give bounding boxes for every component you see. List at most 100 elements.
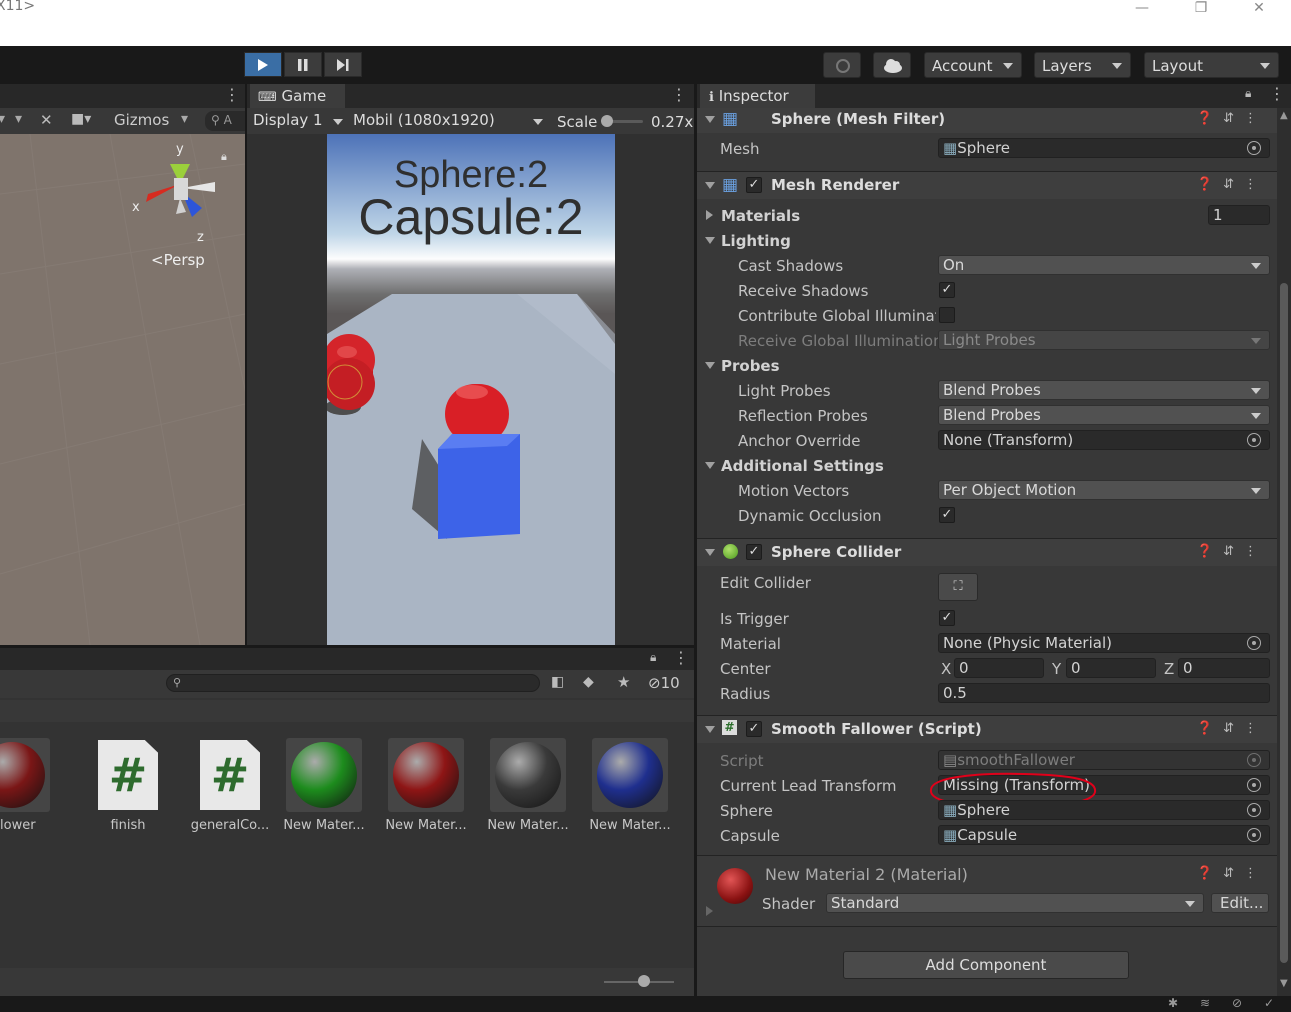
step-button[interactable] xyxy=(324,52,362,77)
asset-tile[interactable] xyxy=(490,738,566,812)
game-viewport[interactable]: Sphere:2 Capsule:2 xyxy=(327,134,615,645)
collapse-icon[interactable] xyxy=(705,182,715,189)
sphere-field[interactable]: ▦Sphere xyxy=(938,800,1270,820)
expand-icon[interactable] xyxy=(706,906,713,916)
light-probes-dropdown[interactable]: Blend Probes xyxy=(938,380,1270,400)
cast-shadows-dropdown[interactable]: On xyxy=(938,255,1270,275)
lighting-foldout[interactable]: Lighting xyxy=(721,232,791,250)
close-icon[interactable]: ✕ xyxy=(1244,0,1274,16)
hidden-packages-toggle[interactable]: ⊘10 xyxy=(648,674,680,692)
minimize-icon[interactable]: — xyxy=(1127,0,1157,16)
tab-inspector[interactable]: ℹ Inspector xyxy=(700,84,815,108)
scene-search-input[interactable]: ⚲ A xyxy=(205,111,245,131)
project-search-input[interactable]: ⚲ xyxy=(166,674,540,692)
collider-material-field[interactable]: None (Physic Material) xyxy=(938,633,1270,653)
restore-icon[interactable]: ❐ xyxy=(1186,0,1216,16)
collapse-icon[interactable] xyxy=(705,462,715,469)
is-trigger-checkbox[interactable]: ✓ xyxy=(939,610,955,626)
tools-icon[interactable]: ✕ xyxy=(40,111,53,129)
collapse-icon[interactable] xyxy=(705,549,715,556)
asset-tile[interactable] xyxy=(388,738,464,812)
smooth-fallower-enabled-checkbox[interactable]: ✓ xyxy=(746,721,762,737)
dynamic-occlusion-checkbox[interactable]: ✓ xyxy=(939,507,955,523)
more-options-icon[interactable]: ⋮ xyxy=(1269,84,1285,103)
filter-label-icon[interactable]: ◆ xyxy=(583,674,594,690)
smooth-fallower-header[interactable]: # ✓ Smooth Fallower (Script) ❓⇵⋮ xyxy=(697,715,1277,743)
scrollbar-thumb[interactable] xyxy=(1280,283,1288,963)
draw-mode-icon[interactable]: ▾ xyxy=(0,111,5,127)
layers-icon[interactable]: ≋ xyxy=(1200,996,1210,1010)
pause-button[interactable] xyxy=(284,52,322,77)
component-header-icons[interactable]: ❓⇵⋮ xyxy=(1197,177,1267,192)
materials-count-field[interactable]: 1 xyxy=(1208,205,1270,225)
sphere-collider-enabled-checkbox[interactable]: ✓ xyxy=(746,544,762,560)
collapse-icon[interactable] xyxy=(705,237,715,244)
collapse-icon[interactable] xyxy=(705,116,715,123)
favorite-icon[interactable]: ★ xyxy=(617,673,630,691)
orientation-gizmo[interactable] xyxy=(130,142,230,262)
lock-icon[interactable]: 🔒︎ xyxy=(650,650,656,665)
play-button[interactable] xyxy=(244,52,282,77)
more-options-icon[interactable]: ⋮ xyxy=(671,85,687,104)
collab-button[interactable] xyxy=(823,52,861,78)
more-options-icon[interactable]: ⋮ xyxy=(673,648,689,667)
layers-dropdown[interactable]: Layers xyxy=(1034,52,1131,78)
mesh-field[interactable]: ▦Sphere xyxy=(938,138,1270,158)
collapse-icon[interactable] xyxy=(705,726,715,733)
chevron-down-icon[interactable]: ▾ xyxy=(15,111,22,127)
scene-viewport[interactable]: y x z 🔒︎ <Persp xyxy=(0,134,245,645)
component-header-icons[interactable]: ❓⇵⋮ xyxy=(1197,544,1267,559)
mesh-renderer-enabled-checkbox[interactable]: ✓ xyxy=(746,177,762,193)
debug-icon[interactable]: ✱ xyxy=(1168,996,1178,1010)
center-x-field[interactable]: 0 xyxy=(954,658,1044,678)
lock-icon[interactable]: 🔒︎ xyxy=(221,150,227,164)
object-picker-icon[interactable] xyxy=(1247,778,1261,792)
layout-dropdown[interactable]: Layout xyxy=(1144,52,1279,78)
account-dropdown[interactable]: Account xyxy=(924,52,1022,78)
persp-toggle[interactable]: <Persp xyxy=(151,251,205,269)
zoom-slider-knob[interactable] xyxy=(638,975,650,987)
scroll-down-icon[interactable]: ▼ xyxy=(1280,978,1288,989)
chevron-down-icon[interactable]: ▾ xyxy=(181,111,188,127)
reflection-probes-dropdown[interactable]: Blend Probes xyxy=(938,405,1270,425)
component-header-icons[interactable]: ❓⇵⋮ xyxy=(1197,866,1267,881)
asset-tile[interactable] xyxy=(592,738,668,812)
inspector-scrollbar[interactable]: ▲ ▼ xyxy=(1277,108,1291,996)
shader-edit-button[interactable]: Edit... xyxy=(1211,893,1269,913)
add-component-button[interactable]: Add Component xyxy=(843,951,1129,979)
more-options-icon[interactable]: ⋮ xyxy=(224,85,240,104)
edit-collider-button[interactable]: ⛶ xyxy=(938,573,978,601)
additional-settings-foldout[interactable]: Additional Settings xyxy=(721,457,884,475)
mesh-renderer-header[interactable]: ▦ ✓ Mesh Renderer ❓⇵⋮ xyxy=(697,171,1277,199)
component-header-icons[interactable]: ❓⇵⋮ xyxy=(1197,111,1267,126)
shader-dropdown[interactable]: Standard xyxy=(826,893,1204,913)
scroll-up-icon[interactable]: ▲ xyxy=(1280,110,1288,121)
scale-slider-track[interactable] xyxy=(600,115,643,127)
collapse-icon[interactable] xyxy=(705,362,715,369)
object-picker-icon[interactable] xyxy=(1247,636,1261,650)
asset-tile[interactable]: # xyxy=(90,738,166,812)
receive-shadows-checkbox[interactable]: ✓ xyxy=(939,282,955,298)
center-y-field[interactable]: 0 xyxy=(1066,658,1156,678)
capsule-field[interactable]: ▦Capsule xyxy=(938,825,1270,845)
asset-tile[interactable] xyxy=(0,738,50,812)
filter-type-icon[interactable]: ◧ xyxy=(551,674,564,690)
asset-tile[interactable]: # xyxy=(192,738,268,812)
display-dropdown[interactable]: Display 1 xyxy=(247,110,345,132)
object-picker-icon[interactable] xyxy=(1247,828,1261,842)
check-icon[interactable]: ✓ xyxy=(1264,996,1274,1010)
probes-foldout[interactable]: Probes xyxy=(721,357,780,375)
scale-slider-knob[interactable] xyxy=(600,115,613,127)
object-picker-icon[interactable] xyxy=(1247,141,1261,155)
tab-game[interactable]: ⌨ Game xyxy=(250,84,345,108)
cloud-button[interactable] xyxy=(873,52,911,78)
expand-icon[interactable] xyxy=(706,210,713,220)
network-icon[interactable]: ⊘ xyxy=(1232,996,1242,1010)
motion-vectors-dropdown[interactable]: Per Object Motion xyxy=(938,480,1270,500)
object-picker-icon[interactable] xyxy=(1247,433,1261,447)
contribute-gi-checkbox[interactable] xyxy=(939,307,955,323)
anchor-override-field[interactable]: None (Transform) xyxy=(938,430,1270,450)
sphere-collider-header[interactable]: ✓ Sphere Collider ❓⇵⋮ xyxy=(697,538,1277,566)
gizmos-button[interactable]: Gizmos xyxy=(114,111,169,129)
asset-tile[interactable] xyxy=(286,738,362,812)
